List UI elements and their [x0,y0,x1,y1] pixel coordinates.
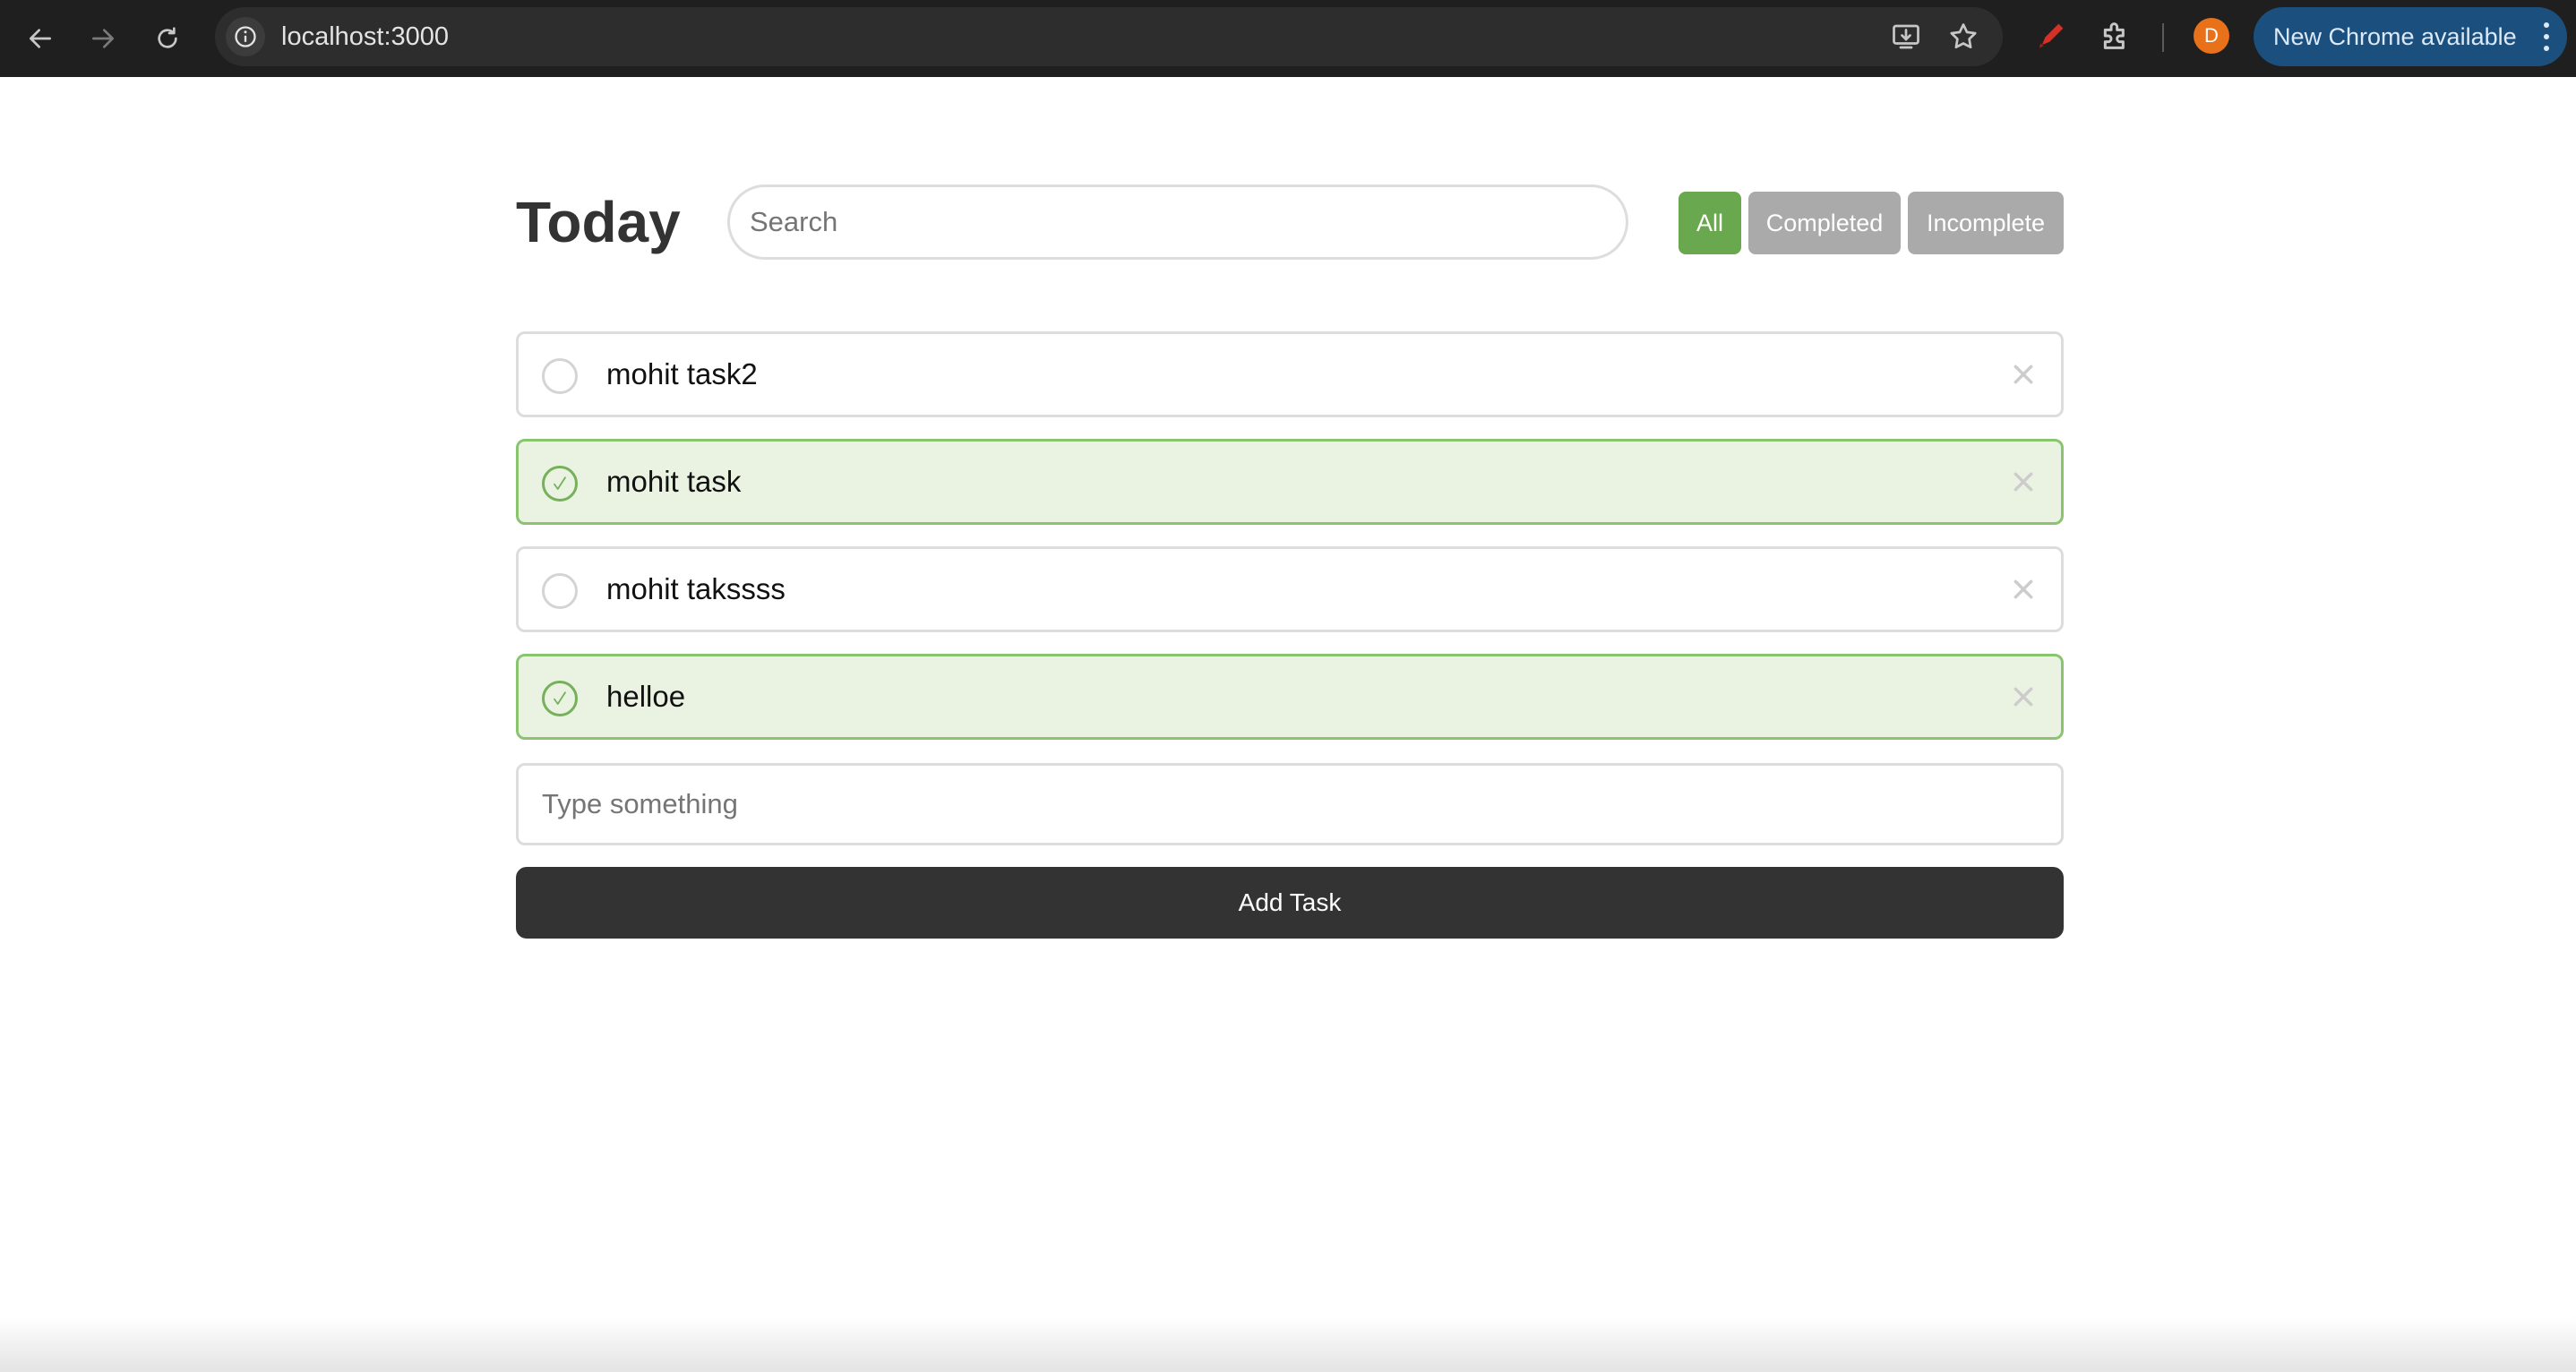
task-checkbox[interactable] [542,573,578,609]
task-item: mohit task [516,439,2064,525]
add-task-button[interactable]: Add Task [516,867,2064,939]
install-app-icon[interactable] [1890,21,1922,53]
close-icon [2014,364,2033,384]
bookmark-star-icon[interactable] [1947,21,1979,53]
delete-task-button[interactable] [2007,358,2039,390]
arrow-right-icon [92,29,114,48]
task-item: helloe [516,654,2064,740]
info-icon [235,26,256,47]
kebab-menu-icon[interactable] [2542,22,2551,51]
reload-button[interactable] [143,14,192,63]
task-checkbox[interactable] [542,681,578,716]
toolbar-divider [2162,23,2164,52]
checkmark-icon [554,691,566,705]
filter-incomplete-button[interactable]: Incomplete [1908,192,2064,254]
browser-toolbar: localhost:3000 D New Chrome available [0,0,2576,77]
task-item: mohit takssss [516,546,2064,632]
task-checkbox[interactable] [542,358,578,394]
url-text[interactable]: localhost:3000 [281,7,449,66]
delete-task-button[interactable] [2007,573,2039,605]
address-bar[interactable]: localhost:3000 [215,7,2003,66]
app-header: Today All Completed Incomplete [516,179,2064,265]
extensions-puzzle-icon[interactable] [2098,18,2134,54]
task-text: helloe [606,680,686,713]
checkmark-icon [554,476,566,490]
search-input[interactable] [727,184,1628,260]
arrow-left-icon [30,29,51,48]
delete-task-button[interactable] [2007,681,2039,713]
profile-avatar[interactable]: D [2194,18,2229,54]
back-button[interactable] [16,14,64,63]
page-title: Today [516,190,681,254]
reload-icon [158,27,177,48]
todo-app: Today All Completed Incomplete mohit tas… [516,179,2064,939]
task-item: mohit task2 [516,331,2064,417]
new-task-input[interactable] [516,763,2064,845]
task-checkbox[interactable] [542,466,578,502]
close-icon [2014,687,2033,707]
update-label: New Chrome available [2273,23,2517,50]
task-text: mohit task [606,465,742,498]
task-text: mohit task2 [606,357,758,390]
filter-completed-button[interactable]: Completed [1748,192,1901,254]
close-icon [2014,472,2033,492]
task-text: mohit takssss [606,572,786,605]
pen-extension-icon[interactable] [2033,18,2069,54]
forward-button[interactable] [79,14,127,63]
site-info-button[interactable] [226,17,265,56]
chrome-update-button[interactable]: New Chrome available [2254,7,2567,66]
close-icon [2014,579,2033,599]
delete-task-button[interactable] [2007,466,2039,498]
window-bottom-edge [0,1316,2576,1372]
filter-all-button[interactable]: All [1679,192,1741,254]
